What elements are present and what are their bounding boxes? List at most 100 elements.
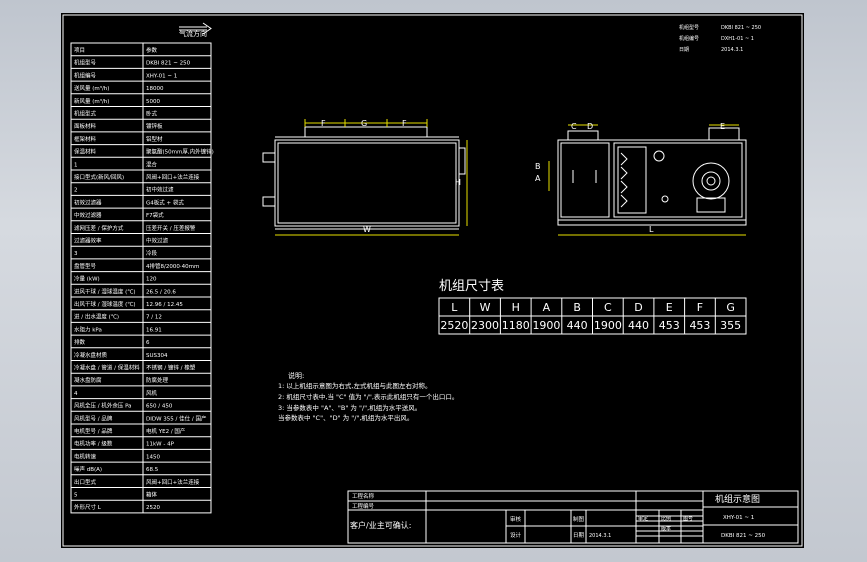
- spec-value: 7 / 12: [146, 315, 162, 321]
- dim-value-c: 1900: [594, 319, 622, 332]
- dim-header-f: F: [697, 301, 703, 314]
- spec-value: 1450: [146, 454, 160, 460]
- front-dim-f1: F: [321, 119, 326, 128]
- spec-key: 2: [74, 188, 78, 194]
- front-pipe-upper: [262, 152, 276, 163]
- spec-key: 项目: [74, 47, 85, 54]
- spec-key: 过滤器效率: [74, 237, 102, 245]
- dim-header-b: B: [573, 301, 581, 314]
- spec-key: 接口型式(新风/回风): [74, 173, 124, 181]
- note-line-4: 当参数表中 "C"、"D" 为 "/",机组为水平出风。: [278, 413, 413, 422]
- spec-key: 风机全压 / 机外余压 Pa: [74, 402, 132, 410]
- dimension-table-title: 机组尺寸表: [439, 279, 504, 294]
- spec-value: 6: [146, 340, 150, 346]
- checked-label: 审核: [510, 515, 522, 523]
- scale-label: 比例: [661, 515, 671, 522]
- spec-value: 不锈钢 / 镀锌 / 橡塑: [146, 364, 196, 372]
- spec-key: 面板材料: [74, 122, 97, 130]
- spec-value: F7袋式: [146, 211, 164, 219]
- spec-key: 冷凝水盘材质: [74, 351, 108, 359]
- spec-key: 中效过滤器: [74, 211, 102, 219]
- spec-table: 项目 参数机组型号 DKBI 821 ~ 250 机组编号 XHY-01 ~ 1 送风量 …: [70, 42, 214, 514]
- spec-key: 进 / 出水温度 (℃): [74, 313, 119, 321]
- front-top-flange: [304, 126, 428, 138]
- gauge-icon: [653, 150, 665, 162]
- drawing-title: 机组示意图: [715, 493, 760, 505]
- spec-value: XHY-01 ~ 1: [146, 73, 177, 79]
- spec-value: 铝型材: [146, 135, 163, 143]
- dim-value-l: 2520: [440, 319, 468, 332]
- side-dim-b: B: [535, 162, 541, 171]
- side-dim-l: L: [649, 225, 654, 234]
- spec-value: 26.5 / 20.6: [146, 289, 176, 295]
- spec-value: DKBI 821 ~ 250: [146, 61, 191, 67]
- spec-value: 风机: [146, 389, 158, 397]
- dim-header-d: D: [634, 301, 642, 314]
- info-label: 机组型号: [679, 24, 699, 31]
- notes-block: 说明: 1: 以上机组示意图为右式,左式机组与此图左右对称。 2: 机组尺寸表中…: [278, 371, 458, 422]
- spec-key: 水阻力 kPa: [74, 325, 102, 333]
- dim-header-l: L: [451, 301, 458, 314]
- spec-value: 卧式: [146, 110, 158, 118]
- spec-key: 冷量 (kW): [74, 275, 100, 283]
- spec-key: 排数: [74, 338, 86, 346]
- spec-key: 5: [74, 493, 78, 499]
- note-line-1: 1: 以上机组示意图为右式,左式机组与此图左右对称。: [278, 381, 431, 390]
- spec-key: 1: [74, 162, 78, 168]
- spec-value: 风阀+回口+法兰连接: [146, 478, 200, 486]
- spec-value: 650 / 450: [146, 404, 173, 410]
- side-view-body: [557, 139, 747, 221]
- spec-key: 保温材料: [74, 148, 97, 156]
- dim-header-w: W: [480, 301, 491, 314]
- spec-key: 风机型号 / 品牌: [74, 414, 113, 422]
- spec-key: 冷凝水盘 / 管道 / 保温材料: [74, 364, 140, 372]
- fan-icon: [692, 162, 730, 200]
- spec-key: 框架材料: [74, 135, 97, 143]
- dim-header-e: E: [666, 301, 673, 314]
- motor-icon: [696, 197, 726, 213]
- date-value: 2014.3.1: [589, 533, 611, 539]
- top-right-info: 机组型号 DKBI 821 ~ 250 机组编号 DXH1-01 ~ 1 日期 2014.…: [679, 24, 761, 53]
- spec-key: 出口型式: [74, 478, 97, 486]
- coil-section: [617, 146, 647, 214]
- spec-value: 11kW - 4P: [146, 442, 175, 448]
- spec-key: 进风干球 / 湿球温度 (℃): [74, 287, 136, 295]
- model-line-2: DKBI 821 ~ 250: [721, 533, 766, 539]
- spec-key: 凝水盘防腐: [74, 376, 102, 384]
- info-label: 日期: [679, 47, 689, 53]
- side-dim-e: E: [720, 122, 725, 131]
- spec-key: 电机转速: [74, 452, 97, 460]
- dim-header-h: H: [512, 301, 520, 314]
- side-dim-d: D: [587, 122, 593, 131]
- dim-header-c: C: [604, 301, 612, 314]
- spec-key: 电机型号 / 品牌: [74, 427, 113, 435]
- side-inlet-flange: [567, 130, 599, 141]
- drawn-label: 制图: [573, 515, 585, 523]
- customer-confirm: 客户/业主可确认:: [350, 520, 411, 530]
- dim-value-f: 453: [689, 319, 710, 332]
- cad-window-background: 气流方向 项目 参数 机组型号 DKBI 821 ~ 250 机组编号 XHY-01 ~ …: [0, 0, 867, 562]
- info-value: DXH1-01 ~ 1: [721, 36, 754, 42]
- spec-key: 盘管型号: [74, 262, 97, 270]
- spec-key: 机组编号: [74, 71, 97, 79]
- spec-value: 120: [146, 277, 157, 283]
- drawing-sheet: 气流方向 项目 参数 机组型号 DKBI 821 ~ 250 机组编号 XHY-01 ~ …: [61, 13, 804, 548]
- spec-value: 聚氨酯(50mm厚,内外镀锌): [146, 148, 214, 156]
- spec-key: 初效过滤器: [74, 198, 102, 206]
- date-label: 日期: [573, 532, 585, 539]
- dim-value-e: 453: [659, 319, 680, 332]
- dim-value-g: 355: [720, 319, 741, 332]
- notes-title: 说明:: [288, 371, 304, 380]
- spec-value: 16.91: [146, 327, 162, 333]
- sheet-label: 图号: [683, 516, 693, 522]
- spec-key: 3: [74, 251, 78, 257]
- drawing-no-label: 工程编号: [352, 502, 375, 510]
- model-line-1: XHY-01 ~ 1: [723, 515, 754, 521]
- approved-label: 审定: [638, 515, 648, 522]
- spec-value: 18000: [146, 86, 164, 92]
- spec-key: 出风干球 / 湿球温度 (℃): [74, 300, 136, 308]
- spec-value: 12.96 / 12.45: [146, 302, 183, 308]
- spec-value: 初中效过滤: [146, 186, 174, 194]
- title-block: 工程名称 工程编号 客户/业主可确认: 审核 设计 制图 日期 2014.3.1…: [347, 490, 799, 544]
- spec-value: SUS304: [146, 353, 168, 359]
